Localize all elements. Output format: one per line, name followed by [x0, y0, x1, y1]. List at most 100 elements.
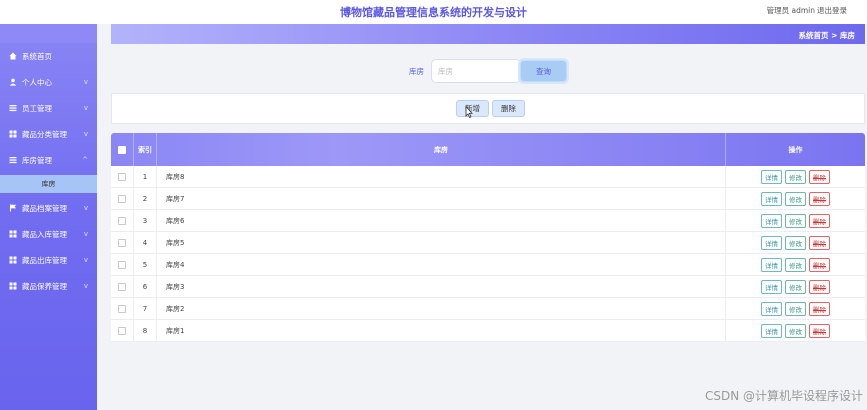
edit-button[interactable]: 修改: [785, 191, 806, 206]
table-header: 索引 库房 操作: [111, 133, 865, 166]
edit-button[interactable]: 修改: [785, 279, 806, 294]
action-panel: 新增 删除: [111, 93, 865, 124]
row-select-cell[interactable]: [111, 210, 134, 231]
chevron-down-icon: v: [83, 204, 88, 212]
detail-button[interactable]: 详情: [761, 257, 782, 272]
delete-button[interactable]: 删除: [809, 301, 830, 316]
logout-link[interactable]: 退出登录: [817, 5, 847, 16]
row-checkbox[interactable]: [118, 260, 126, 269]
grid-icon: [8, 255, 18, 265]
row-name: 库房8: [157, 166, 726, 187]
row-actions: 详情 修改 删除: [726, 210, 865, 231]
sidebar-item-maintenance[interactable]: 藏品保养管理 v: [0, 273, 97, 299]
chevron-up-icon: ^: [82, 156, 88, 164]
header-name: 库房: [157, 133, 726, 166]
row-select-cell[interactable]: [111, 232, 134, 253]
content-header: 系统首页 > 库房: [111, 24, 865, 44]
warehouse-table: 索引 库房 操作 1 库房8 详情 修改 删除 2 库房7 详情 修改 删除 3 库房6 详情 修改 删除 4…: [111, 133, 865, 342]
breadcrumb: 系统首页 > 库房: [798, 30, 855, 41]
detail-button[interactable]: 详情: [761, 235, 782, 250]
row-checkbox[interactable]: [118, 326, 126, 335]
home-icon: [8, 51, 18, 61]
row-name: 库房4: [157, 254, 726, 275]
detail-button[interactable]: 详情: [761, 213, 782, 228]
grid-icon: [8, 229, 18, 239]
row-index: 6: [134, 276, 157, 297]
row-actions: 详情 修改 删除: [726, 298, 865, 319]
row-select-cell[interactable]: [111, 254, 134, 275]
table-row: 4 库房5 详情 修改 删除: [111, 232, 865, 254]
row-select-cell[interactable]: [111, 276, 134, 297]
chevron-down-icon: v: [83, 230, 88, 238]
edit-button[interactable]: 修改: [785, 257, 806, 272]
search-input[interactable]: [431, 59, 521, 83]
edit-button[interactable]: 修改: [785, 323, 806, 338]
row-checkbox[interactable]: [118, 172, 126, 181]
row-name: 库房5: [157, 232, 726, 253]
edit-button[interactable]: 修改: [785, 301, 806, 316]
sidebar-item-warehouse[interactable]: 库房管理 ^: [0, 147, 97, 173]
row-checkbox[interactable]: [118, 304, 126, 313]
user-label: 管理员 admin: [766, 6, 815, 15]
header-select-all[interactable]: [111, 133, 134, 166]
sidebar: 系统首页 个人中心 v 员工管理 v 藏品分类管理 v 库房管理 ^ 库房 藏品…: [0, 24, 97, 410]
sidebar-item-label: 藏品保养管理: [22, 281, 67, 291]
delete-button[interactable]: 删除: [809, 279, 830, 294]
sidebar-item-profile[interactable]: 个人中心 v: [0, 69, 97, 95]
sidebar-item-stock-out[interactable]: 藏品出库管理 v: [0, 247, 97, 273]
sidebar-item-stock-in[interactable]: 藏品入库管理 v: [0, 221, 97, 247]
row-name: 库房6: [157, 210, 726, 231]
table-row: 1 库房8 详情 修改 删除: [111, 166, 865, 188]
delete-button[interactable]: 删除: [809, 323, 830, 338]
header-index: 索引: [134, 133, 157, 166]
sidebar-item-category[interactable]: 藏品分类管理 v: [0, 121, 97, 147]
search-button[interactable]: 查询: [520, 60, 567, 82]
select-all-checkbox[interactable]: [118, 145, 126, 154]
detail-button[interactable]: 详情: [761, 279, 782, 294]
table-row: 3 库房6 详情 修改 删除: [111, 210, 865, 232]
row-select-cell[interactable]: [111, 298, 134, 319]
row-checkbox[interactable]: [118, 238, 126, 247]
delete-button[interactable]: 删除: [809, 213, 830, 228]
delete-button[interactable]: 删除: [809, 235, 830, 250]
sidebar-item-label: 藏品出库管理: [22, 255, 67, 265]
row-name: 库房2: [157, 298, 726, 319]
breadcrumb-home[interactable]: 系统首页: [798, 31, 828, 40]
row-checkbox[interactable]: [118, 282, 126, 291]
row-index: 8: [134, 320, 157, 341]
delete-button[interactable]: 删除: [809, 257, 830, 272]
sidebar-item-label: 库房管理: [22, 155, 52, 165]
row-actions: 详情 修改 删除: [726, 232, 865, 253]
row-select-cell[interactable]: [111, 188, 134, 209]
sidebar-item-archive[interactable]: 藏品档案管理 v: [0, 195, 97, 221]
table-row: 7 库房2 详情 修改 删除: [111, 298, 865, 320]
watermark: CSDN @计算机毕设程序设计: [704, 389, 863, 403]
row-actions: 详情 修改 删除: [726, 320, 865, 341]
table-body: 1 库房8 详情 修改 删除 2 库房7 详情 修改 删除 3 库房6 详情 修改 删除 4 库房5 详情 修改 删除…: [111, 166, 865, 342]
sidebar-item-label: 系统首页: [22, 51, 52, 61]
delete-button[interactable]: 删除: [809, 169, 830, 184]
row-index: 5: [134, 254, 157, 275]
row-select-cell[interactable]: [111, 166, 134, 187]
edit-button[interactable]: 修改: [785, 213, 806, 228]
row-checkbox[interactable]: [118, 216, 126, 225]
sidebar-item-label: 员工管理: [22, 103, 52, 113]
sidebar-subitem-warehouse[interactable]: 库房: [0, 175, 97, 193]
batch-delete-button[interactable]: 删除: [492, 100, 525, 117]
row-index: 2: [134, 188, 157, 209]
grid-icon: [8, 281, 18, 291]
detail-button[interactable]: 详情: [761, 323, 782, 338]
row-select-cell[interactable]: [111, 320, 134, 341]
sidebar-item-label: 藏品分类管理: [22, 129, 67, 139]
detail-button[interactable]: 详情: [761, 169, 782, 184]
sidebar-item-staff[interactable]: 员工管理 v: [0, 95, 97, 121]
row-checkbox[interactable]: [118, 194, 126, 203]
sidebar-item-home[interactable]: 系统首页: [0, 43, 97, 69]
row-name: 库房1: [157, 320, 726, 341]
detail-button[interactable]: 详情: [761, 191, 782, 206]
edit-button[interactable]: 修改: [785, 235, 806, 250]
delete-button[interactable]: 删除: [809, 191, 830, 206]
row-actions: 详情 修改 删除: [726, 254, 865, 275]
edit-button[interactable]: 修改: [785, 169, 806, 184]
detail-button[interactable]: 详情: [761, 301, 782, 316]
